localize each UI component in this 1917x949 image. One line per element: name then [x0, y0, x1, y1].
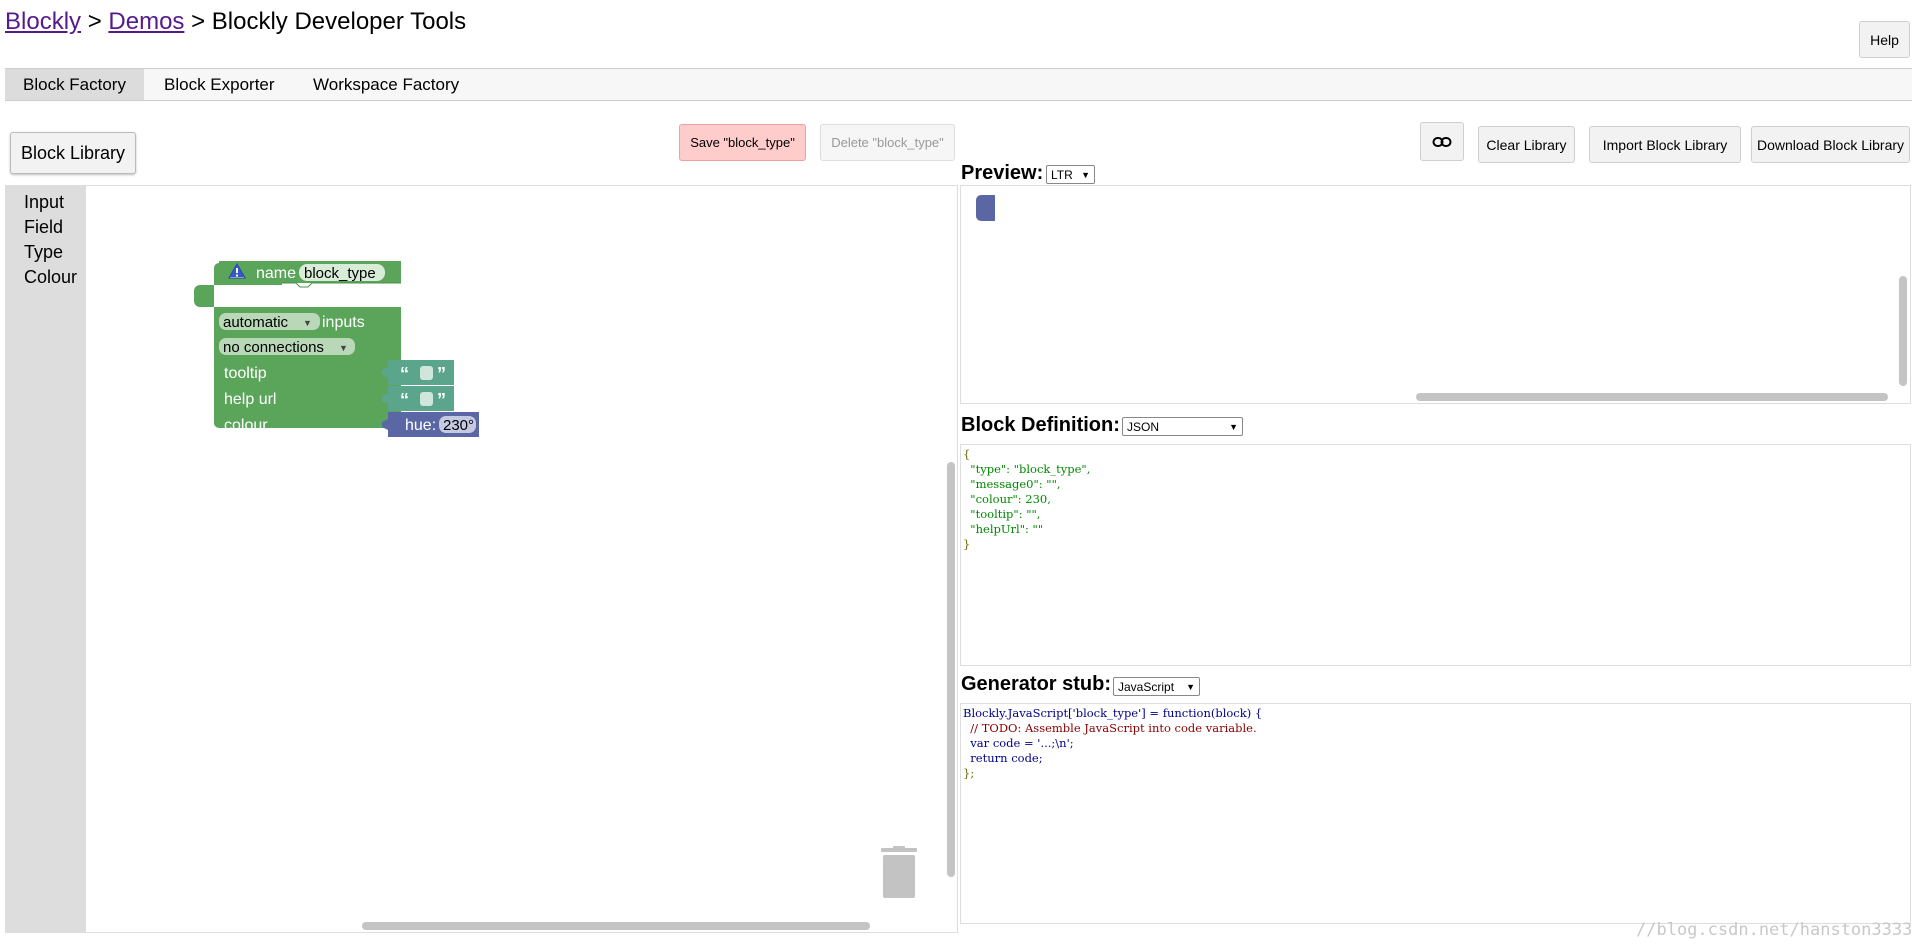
name-field-value: block_type: [304, 265, 376, 282]
tab-bar: Block Factory Block Exporter Workspace F…: [5, 68, 1912, 101]
code-line: "helpUrl": "": [963, 522, 1044, 536]
tooltip-text-block[interactable]: “ ”: [382, 360, 454, 385]
workspace-horizontal-scrollbar[interactable]: [362, 922, 870, 930]
helpurl-label: help url: [224, 391, 276, 408]
inline-suffix-label: inputs: [322, 314, 365, 331]
quote-open-icon: “: [400, 364, 409, 384]
preview-horizontal-scrollbar[interactable]: [1416, 393, 1888, 401]
chevron-down-icon: ▼: [303, 318, 312, 328]
preview-vertical-scrollbar[interactable]: [1899, 276, 1907, 386]
chevron-down-icon: ▼: [1229, 421, 1238, 432]
helpurl-text-field[interactable]: [420, 392, 433, 406]
direction-select-value: LTR: [1051, 167, 1073, 182]
link-icon: [1432, 136, 1452, 147]
preview-panel[interactable]: [960, 185, 1911, 404]
preview-block[interactable]: [975, 193, 1005, 233]
code-line: "tooltip": "",: [963, 507, 1041, 521]
watermark: //blog.csdn.net/hanston3333: [1636, 920, 1913, 940]
chevron-down-icon: ▼: [1081, 169, 1090, 180]
factory-base-block[interactable]: name block_type inputs automatic ▼ input…: [194, 261, 401, 434]
format-select-value: JSON: [1127, 419, 1160, 434]
tab-block-exporter[interactable]: Block Exporter: [146, 69, 293, 100]
code-line: // TODO: Assemble JavaScript into code v…: [963, 721, 1257, 735]
generator-stub-code[interactable]: Blockly.JavaScript['block_type'] = funct…: [961, 704, 1910, 783]
generator-stub-label: Generator stub:: [961, 673, 1112, 695]
format-select[interactable]: JSON ▼: [1122, 417, 1243, 436]
name-label: name: [256, 265, 296, 282]
workspace-vertical-scrollbar[interactable]: [947, 462, 955, 877]
helpurl-text-block[interactable]: “ ”: [382, 386, 454, 411]
connections-dropdown-value: no connections: [223, 339, 324, 356]
delete-block-button[interactable]: Delete "block_type": [820, 124, 955, 161]
code-line: }: [963, 537, 971, 551]
code-line: {: [963, 447, 971, 461]
breadcrumb-link-demos[interactable]: Demos: [108, 8, 184, 35]
hue-field-value: 230°: [443, 417, 474, 434]
breadcrumb-separator: >: [191, 8, 206, 35]
code-line: };: [963, 766, 975, 780]
code-line: return code;: [963, 751, 1043, 765]
colour-label: colour: [224, 417, 268, 434]
clear-library-button[interactable]: Clear Library: [1478, 126, 1575, 163]
code-line: "message0": "",: [963, 477, 1061, 491]
hue-block[interactable]: hue: 230°: [382, 412, 479, 437]
code-line: Blockly.JavaScript['block_type'] = funct…: [963, 706, 1263, 720]
quote-close-icon: ”: [437, 390, 446, 410]
breadcrumb-separator: >: [87, 8, 102, 35]
code-line: "colour": 230,: [963, 492, 1051, 506]
tab-workspace-factory[interactable]: Workspace Factory: [295, 69, 477, 100]
inputs-label: inputs: [224, 290, 267, 307]
block-definition-panel[interactable]: { "type": "block_type", "message0": "", …: [960, 444, 1911, 666]
link-button[interactable]: [1420, 122, 1464, 161]
inline-dropdown-value: automatic: [223, 314, 289, 331]
tab-block-factory[interactable]: Block Factory: [5, 69, 144, 100]
generator-stub-panel[interactable]: Blockly.JavaScript['block_type'] = funct…: [960, 703, 1911, 924]
preview-label: Preview:: [961, 162, 1044, 184]
block-definition-code[interactable]: { "type": "block_type", "message0": "", …: [961, 445, 1910, 554]
chevron-down-icon: ▼: [339, 343, 348, 353]
block-definition-label: Block Definition:: [961, 414, 1120, 436]
page-title: Blockly Developer Tools: [211, 8, 467, 35]
tooltip-text-field[interactable]: [420, 366, 433, 380]
language-select[interactable]: JavaScript ▼: [1113, 677, 1200, 696]
help-button[interactable]: Help: [1859, 21, 1910, 58]
quote-open-icon: “: [400, 390, 409, 410]
breadcrumb: Blockly > Demos > Blockly Developer Tool…: [5, 8, 466, 36]
hue-label: hue:: [405, 417, 436, 434]
tooltip-label: tooltip: [224, 365, 267, 382]
save-block-button[interactable]: Save "block_type": [679, 124, 806, 161]
code-line: var code = '...;\n';: [963, 736, 1074, 750]
block-workspace[interactable]: Input Field Type Colour name block_type …: [5, 185, 958, 933]
block-library-button[interactable]: Block Library: [10, 132, 136, 174]
breadcrumb-link-blockly[interactable]: Blockly: [5, 8, 81, 35]
code-line: "type": "block_type",: [963, 462, 1091, 476]
direction-select[interactable]: LTR ▼: [1046, 165, 1095, 184]
download-library-button[interactable]: Download Block Library: [1751, 126, 1910, 163]
trash-can-icon[interactable]: [879, 846, 919, 901]
chevron-down-icon: ▼: [1186, 681, 1195, 692]
language-select-value: JavaScript: [1118, 679, 1175, 694]
quote-close-icon: ”: [437, 364, 446, 384]
factory-block-canvas: name block_type inputs automatic ▼ input…: [194, 261, 479, 437]
import-library-button[interactable]: Import Block Library: [1589, 126, 1741, 163]
